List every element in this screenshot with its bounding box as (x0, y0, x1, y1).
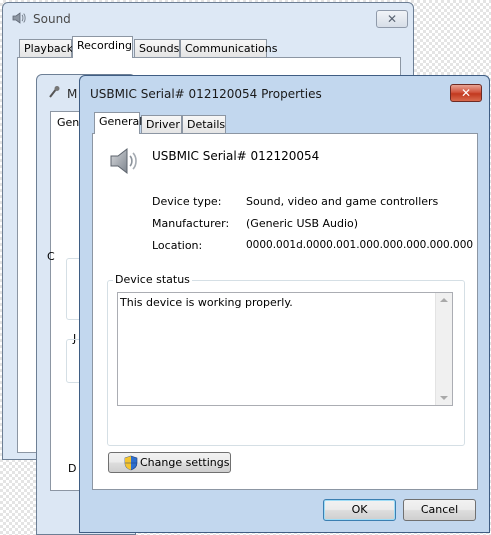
mic-side-fragment-c: C (47, 250, 55, 263)
device-status-textbox[interactable]: This device is working properly. (117, 292, 453, 406)
general-panel: USBMIC Serial# 012120054 Device type: So… (92, 133, 478, 490)
device-type-value: Sound, video and game controllers (246, 195, 439, 208)
device-type-label: Device type: (152, 195, 222, 208)
cancel-label: Cancel (420, 503, 459, 516)
usbmic-window-title: USBMIC Serial# 012120054 Properties (90, 87, 322, 101)
ok-label: OK (351, 503, 368, 516)
usbmic-titlebar[interactable]: USBMIC Serial# 012120054 Properties ✕ (80, 76, 489, 104)
scroll-up-arrow-icon[interactable] (440, 298, 448, 302)
mic-tab-general[interactable]: Gen (57, 116, 79, 129)
device-status-group: Device status This device is working pro… (107, 273, 465, 446)
tab-communications[interactable]: Communications (180, 39, 277, 58)
scroll-down-arrow-icon[interactable] (440, 396, 448, 400)
device-status-text: This device is working properly. (120, 296, 293, 309)
device-status-label: Device status (113, 273, 192, 286)
status-scrollbar[interactable] (435, 293, 452, 405)
speaker-app-icon (11, 10, 27, 26)
change-settings-button[interactable]: Change settings (108, 452, 231, 473)
manufacturer-label: Manufacturer: (152, 217, 230, 230)
ok-button[interactable]: OK (323, 499, 396, 521)
tab-general[interactable]: General (94, 112, 142, 134)
sound-close-button[interactable]: ✕ (376, 10, 408, 28)
device-name: USBMIC Serial# 012120054 (152, 149, 320, 163)
location-label: Location: (152, 239, 203, 252)
manufacturer-value: (Generic USB Audio) (246, 217, 359, 230)
tab-sounds[interactable]: Sounds (134, 39, 180, 58)
tab-recording[interactable]: Recording (72, 36, 133, 58)
speaker-icon (107, 144, 141, 178)
tab-details[interactable]: Details (182, 115, 226, 134)
sound-titlebar[interactable]: Sound ✕ (3, 3, 413, 31)
sound-window-title: Sound (33, 12, 71, 26)
mic-side-fragment-d: D (68, 462, 77, 475)
usbmic-close-button[interactable]: ✕ (450, 84, 482, 102)
location-value: 0000.001d.0000.001.000.000.000.000.000 (246, 239, 474, 251)
cancel-button[interactable]: Cancel (403, 499, 476, 521)
tab-driver[interactable]: Driver (141, 115, 182, 134)
change-settings-label: Change settings (140, 456, 230, 469)
mic-window-title: M (67, 87, 78, 101)
microphone-icon (47, 85, 61, 101)
uac-shield-icon (124, 455, 138, 471)
tab-playback[interactable]: Playback (19, 39, 73, 58)
usbmic-properties-window: USBMIC Serial# 012120054 Properties ✕ Ge… (79, 75, 490, 533)
